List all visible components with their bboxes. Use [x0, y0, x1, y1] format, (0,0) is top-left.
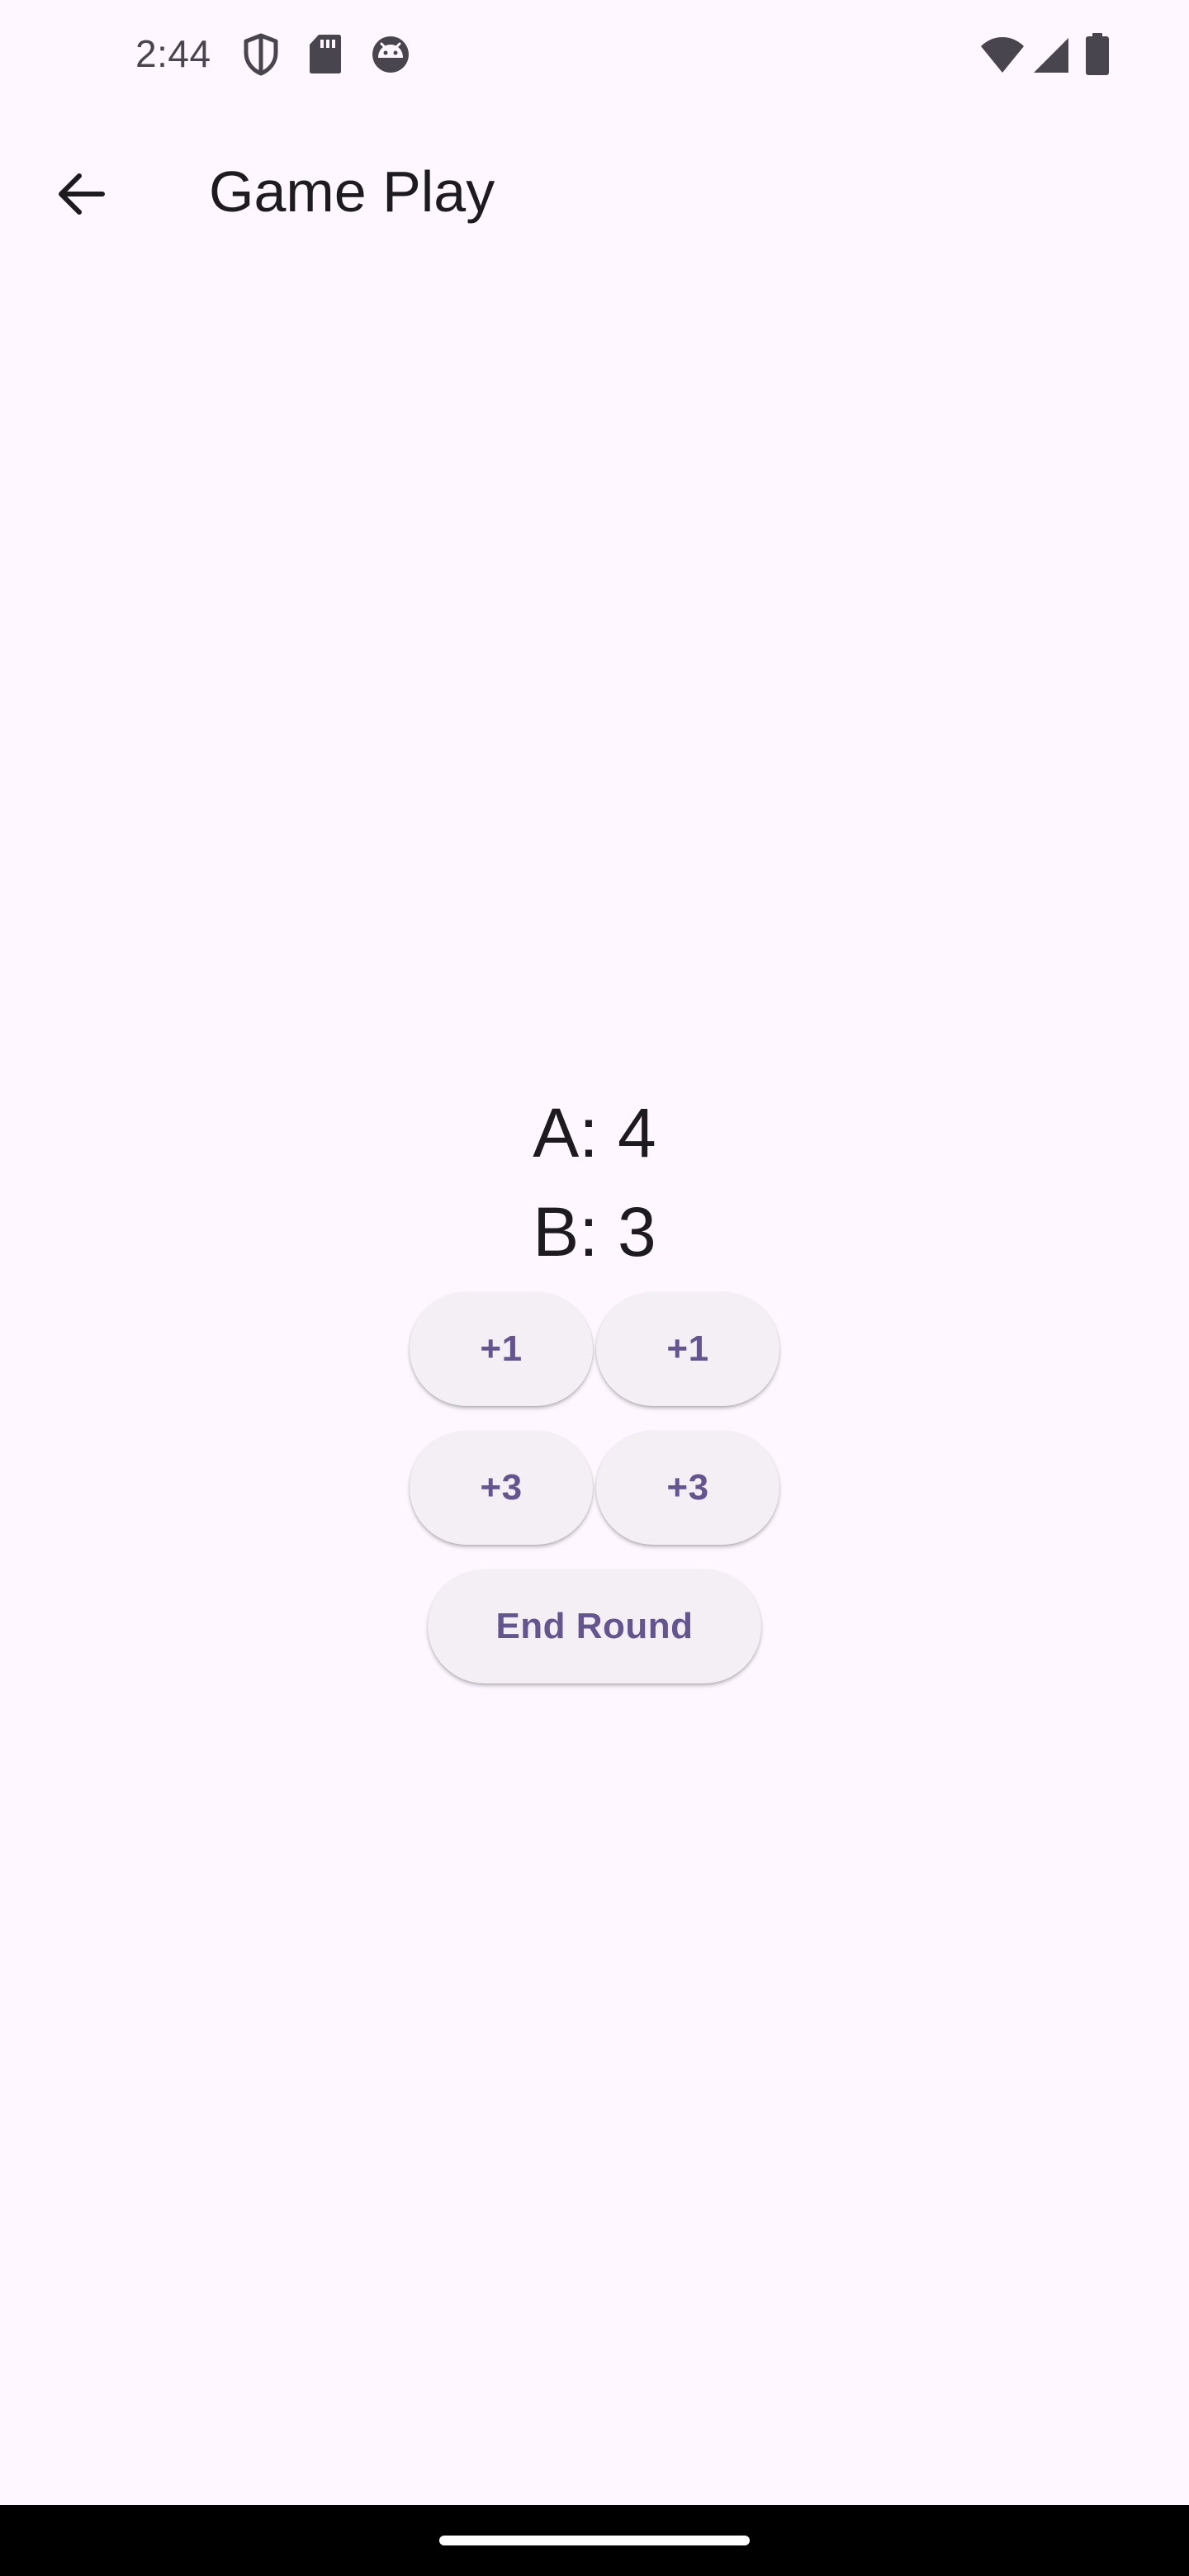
- android-debug-icon: [370, 33, 411, 74]
- status-time: 2:44: [135, 32, 211, 75]
- team-b-plus-three-button[interactable]: +3: [596, 1431, 779, 1545]
- navigation-bar: [0, 2505, 1189, 2576]
- home-gesture-handle[interactable]: [439, 2536, 750, 2545]
- page-title: Game Play: [209, 159, 495, 224]
- status-bar: 2:44: [0, 0, 1189, 116]
- game-play-screen: 2:44 Game Play A: 4 B: 3 +1 +1 +3 +3 End…: [0, 0, 1189, 2576]
- team-a-plus-three-button[interactable]: +3: [410, 1431, 593, 1545]
- team-b-score: B: 3: [533, 1193, 656, 1271]
- signal-icon: [1032, 36, 1070, 74]
- arrow-back-icon: [54, 168, 107, 225]
- end-round-button[interactable]: End Round: [428, 1570, 761, 1683]
- battery-icon: [1085, 33, 1110, 76]
- team-b-plus-one-button[interactable]: +1: [596, 1292, 779, 1406]
- shield-icon: [243, 33, 279, 76]
- wifi-icon: [979, 36, 1026, 74]
- back-button[interactable]: [38, 153, 124, 239]
- team-a-plus-one-button[interactable]: +1: [410, 1292, 593, 1406]
- team-a-score: A: 4: [533, 1094, 656, 1172]
- sd-card-icon: [309, 33, 342, 74]
- top-app-bar: Game Play: [0, 116, 1189, 269]
